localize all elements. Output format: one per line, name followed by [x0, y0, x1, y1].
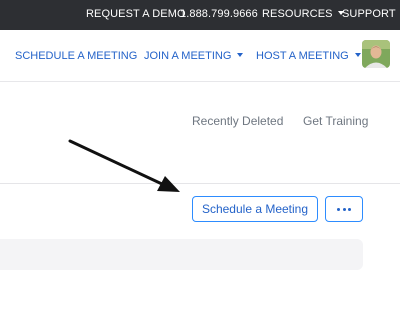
chevron-down-icon — [354, 53, 361, 58]
main-nav: SCHEDULE A MEETING JOIN A MEETING HOST A… — [0, 30, 400, 82]
nav-host-meeting[interactable]: HOST A MEETING — [256, 50, 361, 62]
nav-join-meeting[interactable]: JOIN A MEETING — [144, 50, 244, 62]
get-training-link[interactable]: Get Training — [303, 114, 368, 128]
top-bar: REQUEST A DEMO 1.888.799.9666 RESOURCES … — [0, 0, 400, 30]
chevron-down-icon — [237, 53, 244, 58]
more-horizontal-icon — [337, 207, 351, 211]
request-demo-link[interactable]: REQUEST A DEMO — [86, 8, 186, 20]
avatar-photo — [362, 40, 390, 68]
nav-host-meeting-label: HOST A MEETING — [256, 50, 349, 62]
support-link[interactable]: SUPPORT — [342, 8, 396, 20]
more-options-button[interactable] — [325, 196, 363, 222]
nav-join-meeting-label: JOIN A MEETING — [144, 50, 232, 62]
phone-number-link[interactable]: 1.888.799.9666 — [180, 8, 258, 20]
schedule-meeting-button[interactable]: Schedule a Meeting — [192, 196, 318, 222]
nav-schedule-meeting[interactable]: SCHEDULE A MEETING — [15, 50, 137, 62]
section-divider — [0, 183, 400, 184]
meeting-list-row — [0, 239, 363, 270]
avatar[interactable] — [362, 40, 390, 68]
resources-menu[interactable]: RESOURCES — [262, 8, 344, 20]
recently-deleted-link[interactable]: Recently Deleted — [192, 114, 283, 128]
resources-label: RESOURCES — [262, 8, 333, 20]
